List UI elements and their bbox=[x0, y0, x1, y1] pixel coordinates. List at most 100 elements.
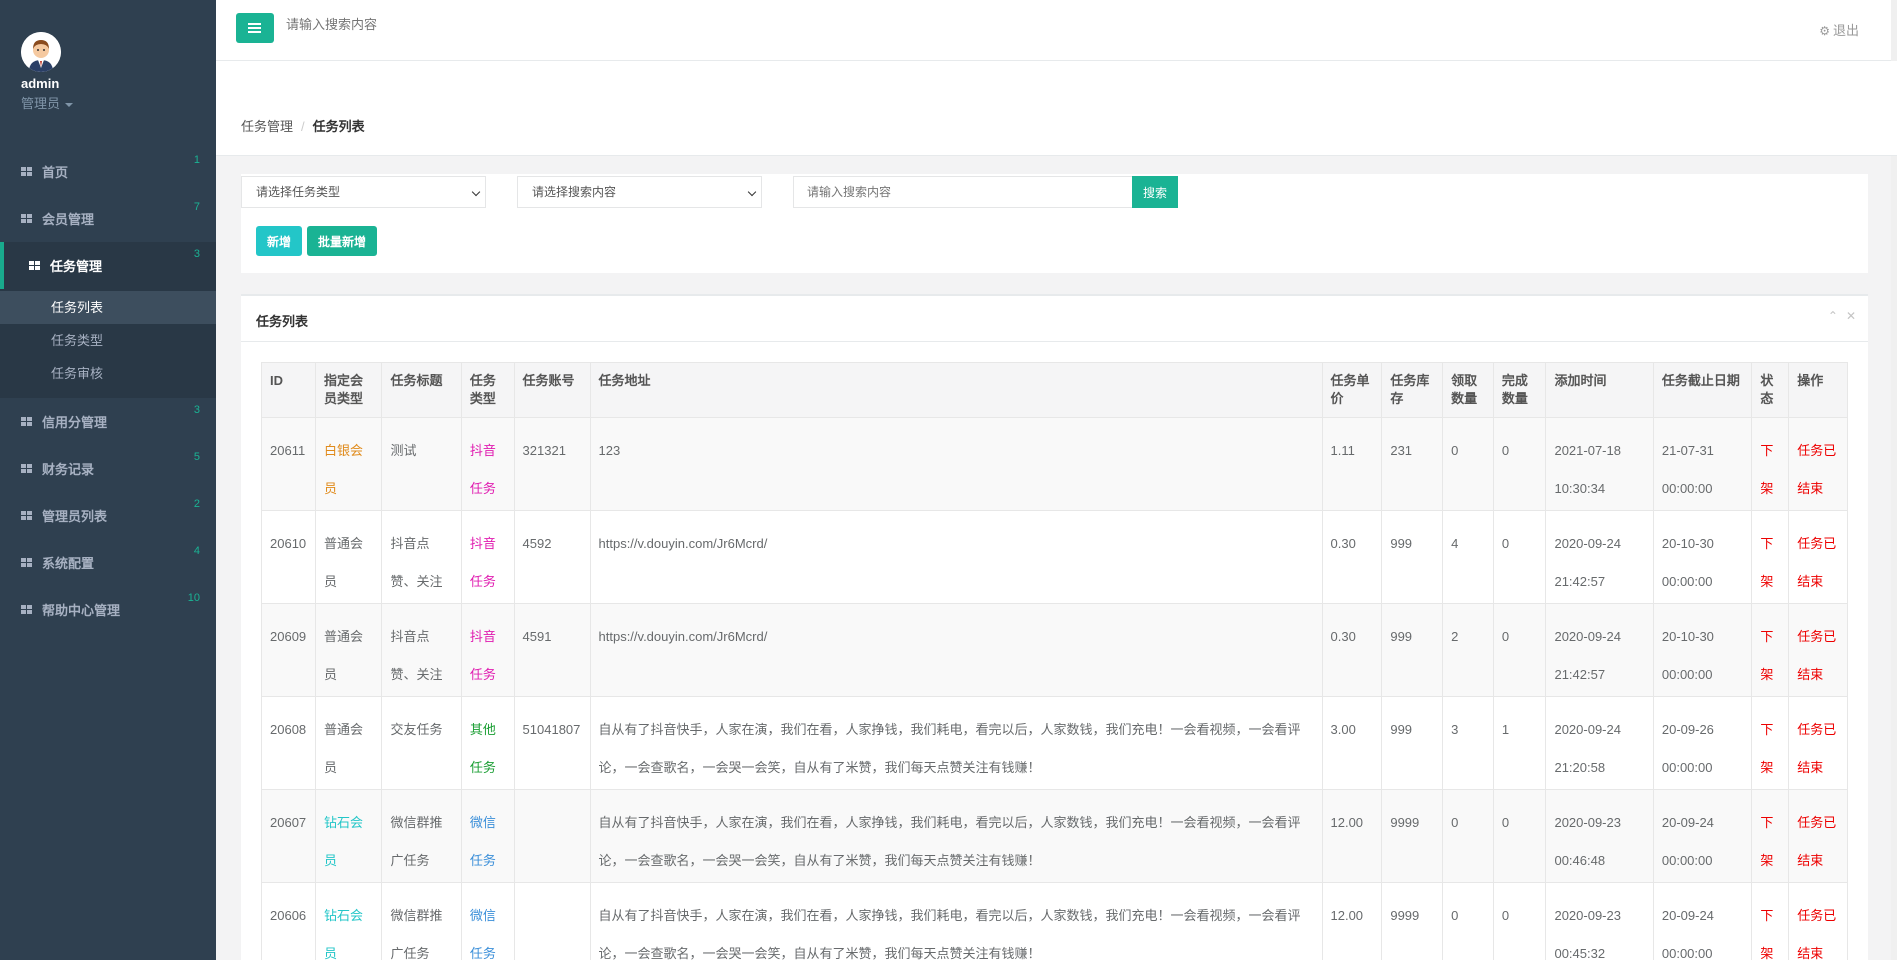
batch-add-button[interactable]: 批量新增 bbox=[307, 226, 377, 256]
action-link[interactable]: 任务已 结束 bbox=[1788, 603, 1848, 697]
menu-toggle-button[interactable] bbox=[236, 13, 274, 43]
panel-tools: ⌃ ✕ bbox=[1820, 309, 1856, 323]
sidebar-subitem-task-types[interactable]: 任务类型 bbox=[0, 324, 216, 357]
cell-member-type: 普通会员 bbox=[314, 510, 383, 604]
cell-deadline: 20-10-30 00:00:00 bbox=[1652, 510, 1753, 604]
sidebar-item-finance[interactable]: 财务记录 5 bbox=[0, 445, 216, 492]
action-link[interactable]: 任务已 结束 bbox=[1788, 417, 1848, 511]
sidebar-item-credit[interactable]: 信用分管理 3 bbox=[0, 398, 216, 445]
col-header-deadline[interactable]: 任务截止日期 bbox=[1652, 362, 1753, 418]
username[interactable]: admin bbox=[21, 76, 216, 91]
cell-title: 微信群推 广任务 bbox=[381, 882, 462, 960]
col-header-member-type[interactable]: 指定会 员类型 bbox=[314, 362, 383, 418]
status-link[interactable]: 下架 bbox=[1751, 882, 1790, 960]
status-link[interactable]: 下架 bbox=[1751, 510, 1790, 604]
cell-type: 抖音 任务 bbox=[460, 417, 515, 511]
col-header-url[interactable]: 任务地址 bbox=[589, 362, 1323, 418]
col-header-action[interactable]: 操作 bbox=[1788, 362, 1848, 418]
col-header-price[interactable]: 任务单价 bbox=[1321, 362, 1383, 418]
sidebar-item-admins[interactable]: 管理员列表 2 bbox=[0, 492, 216, 539]
sidebar-item-badge: 5 bbox=[193, 451, 200, 463]
sidebar-subnav-tasks: 任务列表 任务类型 任务审核 bbox=[0, 289, 216, 398]
cell-url: 123 bbox=[589, 417, 1323, 511]
col-header-status[interactable]: 状态 bbox=[1751, 362, 1790, 418]
breadcrumb: 任务管理 / 任务列表 bbox=[241, 116, 365, 135]
chevron-up-icon[interactable]: ⌃ bbox=[1828, 309, 1838, 323]
task-type-select[interactable]: 请选择任务类型 bbox=[241, 176, 486, 208]
cell-deadline: 21-07-31 00:00:00 bbox=[1652, 417, 1753, 511]
status-link[interactable]: 下架 bbox=[1751, 696, 1790, 790]
avatar-image bbox=[21, 32, 61, 72]
logout-link[interactable]: ⚙ 退出 bbox=[1819, 20, 1859, 39]
cell-price: 12.00 bbox=[1321, 882, 1383, 960]
col-header-stock[interactable]: 任务库存 bbox=[1381, 362, 1444, 418]
breadcrumb-parent[interactable]: 任务管理 bbox=[241, 119, 293, 134]
cell-stock: 999 bbox=[1381, 696, 1444, 790]
sidebar-item-label: 帮助中心管理 bbox=[42, 603, 121, 618]
table-header-row: ID 指定会 员类型 任务标题 任务 类型 任务账号 任务地址 任务单价 任务库存 … bbox=[261, 362, 1848, 418]
col-header-id[interactable]: ID bbox=[261, 362, 316, 418]
cell-id: 20610 bbox=[261, 510, 316, 604]
cell-account bbox=[513, 789, 591, 883]
cell-type: 抖音 任务 bbox=[460, 510, 515, 604]
cell-price: 1.11 bbox=[1321, 417, 1383, 511]
cell-stock: 9999 bbox=[1381, 789, 1444, 883]
col-header-added[interactable]: 添加时间 bbox=[1545, 362, 1654, 418]
cell-added: 2020-09-24 21:42:57 bbox=[1545, 510, 1654, 604]
cell-title: 测试 bbox=[381, 417, 462, 511]
search-field-select[interactable]: 请选择搜索内容 bbox=[517, 176, 762, 208]
sidebar-item-help[interactable]: 帮助中心管理 10 bbox=[0, 586, 216, 633]
search-button[interactable]: 搜索 bbox=[1132, 176, 1178, 208]
top-navbar: ⚙退出 bbox=[216, 0, 1897, 61]
cell-price: 0.30 bbox=[1321, 510, 1383, 604]
table-row: 20610 普通会员 抖音点 赞、关注 抖音 任务 4592 https://v.d… bbox=[261, 510, 1848, 604]
cell-id: 20608 bbox=[261, 696, 316, 790]
gear-icon: ⚙ bbox=[1819, 24, 1830, 38]
col-header-account[interactable]: 任务账号 bbox=[513, 362, 591, 418]
action-link[interactable]: 任务已 结束 bbox=[1788, 789, 1848, 883]
cell-title: 微信群推 广任务 bbox=[381, 789, 462, 883]
sidebar-item-settings[interactable]: 系统配置 4 bbox=[0, 539, 216, 586]
cell-title: 抖音点 赞、关注 bbox=[381, 603, 462, 697]
search-input[interactable] bbox=[793, 176, 1133, 208]
col-header-title[interactable]: 任务标题 bbox=[381, 362, 462, 418]
table-row: 20606 钻石会员 微信群推 广任务 微信 任务 自从有了抖音快手，人家在演，我们… bbox=[261, 882, 1848, 960]
panel-header: 任务列表 ⌃ ✕ bbox=[241, 296, 1868, 342]
sidebar-subitem-task-list[interactable]: 任务列表 bbox=[0, 291, 216, 324]
col-header-type[interactable]: 任务 类型 bbox=[460, 362, 515, 418]
hamburger-icon bbox=[248, 27, 261, 29]
action-link[interactable]: 任务已 结束 bbox=[1788, 882, 1848, 960]
cell-deadline: 20-10-30 00:00:00 bbox=[1652, 603, 1753, 697]
sidebar-item-tasks[interactable]: 任务管理 3 bbox=[0, 242, 216, 289]
cell-url: https://v.douyin.com/Jr6Mcrd/ bbox=[589, 510, 1323, 604]
avatar[interactable] bbox=[21, 32, 61, 72]
cell-title: 抖音点 赞、关注 bbox=[381, 510, 462, 604]
user-role-dropdown[interactable]: 管理员 bbox=[21, 93, 216, 112]
top-search-input[interactable] bbox=[286, 17, 586, 32]
cell-title: 交友任务 bbox=[381, 696, 462, 790]
cell-url: 自从有了抖音快手，人家在演，我们在看，人家挣钱，我们耗电，看完以后，人家数钱，我… bbox=[589, 789, 1323, 883]
sidebar-item-home[interactable]: 首页 1 bbox=[0, 148, 216, 195]
grid-icon bbox=[21, 214, 32, 223]
cell-stock: 231 bbox=[1381, 417, 1444, 511]
add-button[interactable]: 新增 bbox=[256, 226, 302, 256]
action-link[interactable]: 任务已 结束 bbox=[1788, 510, 1848, 604]
hamburger-icon bbox=[248, 23, 261, 25]
breadcrumb-current: 任务列表 bbox=[312, 119, 365, 134]
table-row: 20611 白银会员 测试 抖音 任务 321321 123 1.11 231 0… bbox=[261, 417, 1848, 511]
status-link[interactable]: 下架 bbox=[1751, 417, 1790, 511]
cell-done: 0 bbox=[1492, 789, 1547, 883]
status-link[interactable]: 下架 bbox=[1751, 603, 1790, 697]
col-header-claimed[interactable]: 领取 数量 bbox=[1442, 362, 1494, 418]
status-link[interactable]: 下架 bbox=[1751, 789, 1790, 883]
col-header-done[interactable]: 完成 数量 bbox=[1492, 362, 1547, 418]
sidebar-item-members[interactable]: 会员管理 7 bbox=[0, 195, 216, 242]
sidebar-item-badge: 4 bbox=[193, 545, 200, 557]
sidebar-subitem-task-review[interactable]: 任务审核 bbox=[0, 357, 216, 390]
cell-done: 0 bbox=[1492, 882, 1547, 960]
cell-member-type: 白银会员 bbox=[314, 417, 383, 511]
action-link[interactable]: 任务已 结束 bbox=[1788, 696, 1848, 790]
close-icon[interactable]: ✕ bbox=[1846, 309, 1856, 323]
cell-stock: 999 bbox=[1381, 603, 1444, 697]
grid-icon bbox=[21, 511, 32, 520]
